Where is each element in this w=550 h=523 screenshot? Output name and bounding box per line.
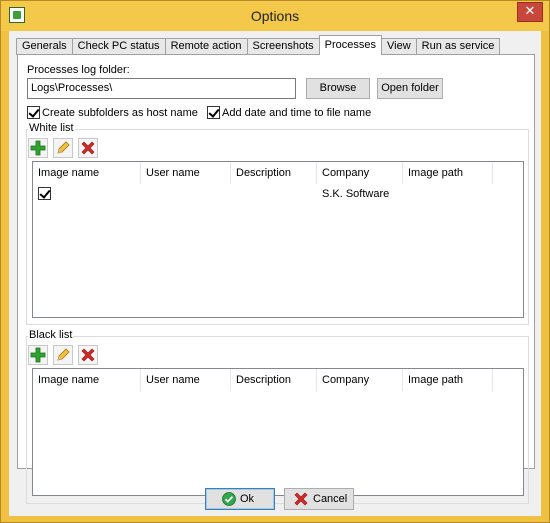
tab-run-as-service[interactable]: Run as service <box>415 38 501 55</box>
log-folder-label: Processes log folder: <box>27 64 130 76</box>
white-list-add-button[interactable] <box>28 138 48 158</box>
dialog-client: Generals Check PC status Remote action S… <box>9 31 541 516</box>
column-header[interactable]: User name <box>141 162 231 184</box>
delete-x-icon <box>81 348 95 362</box>
white-list-delete-button[interactable] <box>78 138 98 158</box>
column-header[interactable]: Image path <box>403 162 493 184</box>
black-list-edit-button[interactable] <box>53 345 73 365</box>
column-header[interactable]: Company <box>317 369 403 391</box>
description-cell <box>231 185 317 203</box>
cancel-x-icon <box>294 492 308 506</box>
browse-button[interactable]: Browse <box>306 78 370 99</box>
column-header[interactable]: Company <box>317 162 403 184</box>
pencil-icon <box>57 141 70 154</box>
add-date-label: Add date and time to file name <box>222 107 372 119</box>
pencil-icon <box>57 348 70 361</box>
black-list-add-button[interactable] <box>28 345 48 365</box>
tab-screenshots[interactable]: Screenshots <box>246 38 320 55</box>
tab-check-pc-status[interactable]: Check PC status <box>71 38 166 55</box>
create-subfolders-checkbox[interactable] <box>27 106 40 119</box>
table-row[interactable]: S.K. Software <box>33 185 493 203</box>
options-window: Options ✕ Generals Check PC status Remot… <box>0 0 550 523</box>
column-header[interactable]: Image name <box>33 162 141 184</box>
plus-icon <box>30 347 46 363</box>
open-folder-button[interactable]: Open folder <box>377 78 443 99</box>
title-bar[interactable]: Options ✕ <box>1 1 549 31</box>
plus-icon <box>30 140 46 156</box>
ok-label: Ok <box>240 493 255 505</box>
delete-x-icon <box>81 141 95 155</box>
create-subfolders-label: Create subfolders as host name <box>42 107 198 119</box>
white-list-table[interactable]: Image name User name Description Company… <box>32 161 524 318</box>
column-header[interactable]: Image path <box>403 369 493 391</box>
ok-check-icon <box>222 492 236 506</box>
black-list-title: Black list <box>28 329 74 341</box>
tab-remote-action[interactable]: Remote action <box>164 38 248 55</box>
add-date-checkbox[interactable] <box>207 106 220 119</box>
black-list-header: Image name User name Description Company… <box>33 369 493 391</box>
white-list-header: Image name User name Description Company… <box>33 162 493 184</box>
image-name-cell <box>33 185 141 203</box>
cancel-button[interactable]: Cancel <box>284 488 354 510</box>
column-header[interactable]: Image name <box>33 369 141 391</box>
processes-panel: Processes log folder: Logs\Processes\ Br… <box>17 54 535 504</box>
column-header[interactable]: Description <box>231 369 317 391</box>
window-title: Options <box>250 8 300 24</box>
column-header[interactable]: Description <box>231 162 317 184</box>
row-enabled-checkbox[interactable] <box>38 187 51 200</box>
log-folder-input[interactable]: Logs\Processes\ <box>27 78 296 99</box>
white-list-edit-button[interactable] <box>53 138 73 158</box>
close-button[interactable]: ✕ <box>517 2 543 22</box>
tab-processes[interactable]: Processes <box>318 35 383 55</box>
tab-view[interactable]: View <box>381 38 417 55</box>
tab-strip: Generals Check PC status Remote action S… <box>16 35 501 55</box>
black-list-table[interactable]: Image name User name Description Company… <box>32 368 524 496</box>
black-list-delete-button[interactable] <box>78 345 98 365</box>
ok-button[interactable]: Ok <box>205 488 275 510</box>
user-name-cell <box>141 185 231 203</box>
white-list-title: White list <box>28 122 75 134</box>
tab-generals[interactable]: Generals <box>16 38 73 55</box>
company-cell: S.K. Software <box>322 188 390 200</box>
cancel-label: Cancel <box>313 493 348 505</box>
image-path-cell <box>403 185 493 203</box>
column-header[interactable]: User name <box>141 369 231 391</box>
